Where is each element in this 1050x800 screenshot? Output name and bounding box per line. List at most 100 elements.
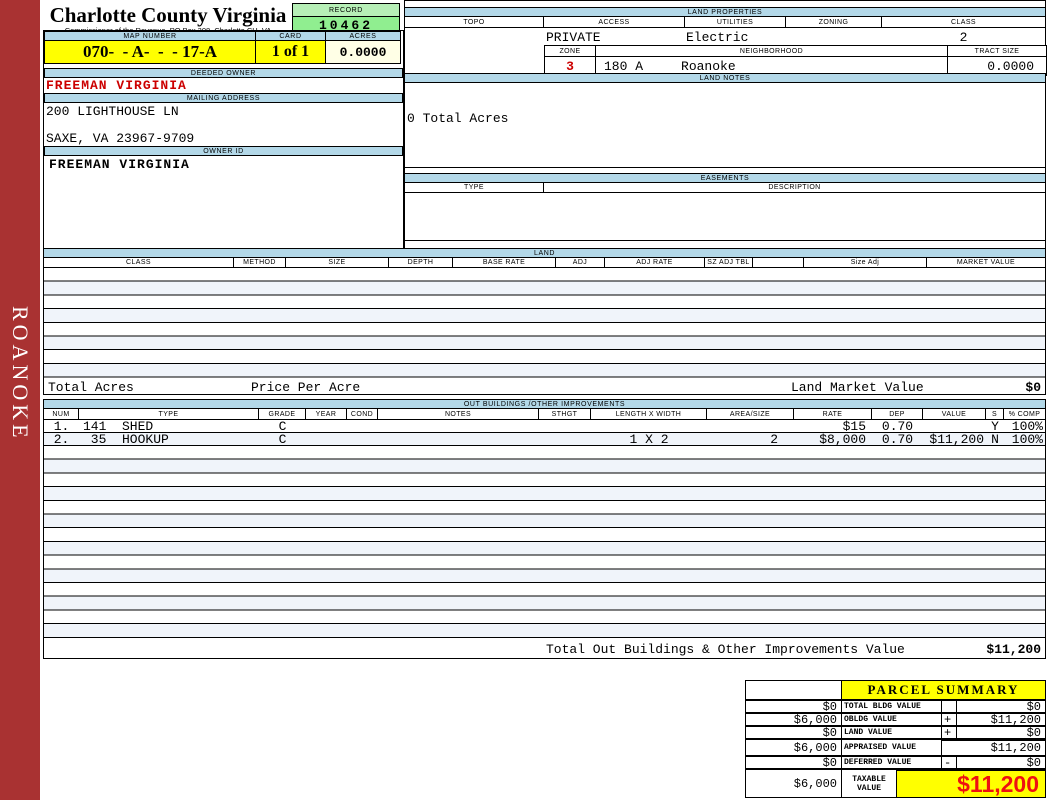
ob2-dep: 0.70	[872, 433, 923, 445]
land-header: CLASS METHOD SIZE DEPTH BASE RATE ADJ AD…	[43, 257, 1046, 268]
land-total-row: Total Acres Price Per Acre Land Market V…	[43, 378, 1046, 395]
out-buildings-empty-rows	[43, 446, 1046, 638]
ob-col-num: NUM	[44, 409, 79, 419]
ps-op-4: -	[941, 756, 957, 769]
parcel-summary-title: PARCEL SUMMARY	[841, 680, 1046, 700]
zone-label: ZONE	[545, 46, 596, 56]
land-col-market-value: MARKET VALUE	[927, 258, 1045, 267]
out-buildings-section: OUT BUILDINGS /OTHER IMPROVEMENTS NUM TY…	[43, 399, 1046, 660]
ob1-sthgt	[539, 420, 591, 432]
ob-col-length-width: LENGTH X WIDTH	[591, 409, 707, 419]
mailing-address-label: MAILING ADDRESS	[44, 93, 403, 103]
deeded-owner-value: FREEMAN VIRGINIA	[46, 78, 187, 93]
land-col-size-adj: Size Adj	[804, 258, 927, 267]
ps-label-5: TAXABLE VALUE	[841, 769, 897, 798]
land-notes-text: 0 Total Acres	[407, 111, 508, 126]
ob-col-notes: NOTES	[378, 409, 539, 419]
ps-left-1: $6,000	[745, 713, 842, 726]
class-value: 2	[882, 30, 1045, 45]
ob1-pct: 100%	[1004, 420, 1045, 432]
price-per-acre-label: Price Per Acre	[251, 380, 360, 395]
ps-right-0: $0	[956, 700, 1046, 713]
ob-col-rate: RATE	[794, 409, 872, 419]
owner-id-value: FREEMAN VIRGINIA	[49, 157, 190, 172]
land-col-sz-adj-tbl: SZ ADJ TBL	[705, 258, 753, 267]
ps-left-5: $6,000	[745, 769, 842, 798]
ob2-cond	[347, 433, 378, 445]
land-market-value: $0	[1025, 380, 1041, 395]
ob2-pct: 100%	[1004, 433, 1045, 445]
ob2-type: 35 HOOKUP	[79, 433, 259, 445]
access-value: PRIVATE	[546, 30, 601, 45]
ps-op-1: +	[941, 713, 957, 726]
district-label: ROANOKE	[7, 306, 33, 442]
owner-panel: MAP NUMBER CARD ACRES 070- - A- - - 17-A…	[43, 30, 404, 248]
ob1-dep: 0.70	[872, 420, 923, 432]
summary-row-total-bldg: $0 TOTAL BLDG VALUE $0	[745, 700, 1046, 713]
ps-right-2: $0	[956, 726, 1046, 739]
ps-left-3: $6,000	[745, 739, 842, 756]
out-buildings-total-row: Total Out Buildings & Other Improvements…	[43, 638, 1046, 659]
address-line-2: SAXE, VA 23967-9709	[46, 131, 194, 146]
ob2-num: 2.	[44, 433, 79, 445]
ps-left-0: $0	[745, 700, 842, 713]
land-empty-rows	[43, 268, 1046, 378]
ob-col-value: VALUE	[923, 409, 986, 419]
land-market-value-label: Land Market Value	[791, 380, 924, 395]
out-buildings-header: NUM TYPE GRADE YEAR COND NOTES STHGT LEN…	[43, 408, 1046, 420]
ob-col-dep: DEP	[872, 409, 923, 419]
ob2-lxw: 1 X 2	[591, 433, 707, 445]
neighborhood-name: Roanoke	[681, 59, 736, 74]
ob1-num: 1.	[44, 420, 79, 432]
ob2-notes	[378, 433, 539, 445]
ob1-value	[923, 420, 986, 432]
card-value: 1 of 1	[255, 40, 326, 64]
ob-col-grade: GRADE	[259, 409, 306, 419]
ob-col-pct-comp: % COMP	[1004, 409, 1045, 419]
col-class: CLASS	[882, 17, 1045, 27]
ob-col-area-size: AREA/SIZE	[707, 409, 794, 419]
ob-col-type: TYPE	[79, 409, 259, 419]
ps-left-2: $0	[745, 726, 842, 739]
map-number-value: 070- - A- - - 17-A	[44, 40, 256, 64]
ob-col-cond: COND	[347, 409, 378, 419]
ps-right-1: $11,200	[956, 713, 1046, 726]
land-properties-header: TOPO ACCESS UTILITIES ZONING CLASS	[404, 16, 1046, 28]
ob1-notes	[378, 420, 539, 432]
out-buildings-total-value: $11,200	[986, 642, 1041, 657]
land-col-size: SIZE	[286, 258, 389, 267]
summary-row-obldg: $6,000 OBLDG VALUE + $11,200	[745, 713, 1046, 726]
ob2-value: $11,200	[923, 433, 986, 445]
ps-label-1: OBLDG VALUE	[841, 713, 942, 726]
ps-op-0	[941, 700, 957, 713]
parcel-summary-blank-cell	[745, 680, 842, 700]
ob1-s: Y	[986, 420, 1004, 432]
ob2-s: N	[986, 433, 1004, 445]
col-access: ACCESS	[544, 17, 685, 27]
ob1-cond	[347, 420, 378, 432]
parcel-summary-header-row: PARCEL SUMMARY	[745, 680, 1046, 700]
acres-value: 0.0000	[325, 40, 401, 64]
land-section: LAND CLASS METHOD SIZE DEPTH BASE RATE A…	[43, 248, 1046, 395]
ob2-grade: C	[259, 433, 306, 445]
out-building-row-2: 2. 35 HOOKUP C 1 X 2 2 $8,000 0.70 $11,2…	[43, 433, 1046, 446]
ps-right-4: $0	[956, 756, 1046, 769]
ps-label-4: DEFERRED VALUE	[841, 756, 942, 769]
summary-row-land: $0 LAND VALUE + $0	[745, 726, 1046, 739]
taxable-value: $11,200	[896, 769, 1046, 798]
col-topo: TOPO	[405, 17, 544, 27]
ob-col-year: YEAR	[306, 409, 347, 419]
ob2-area: 2	[707, 433, 794, 445]
total-acres-label: Total Acres	[48, 380, 134, 395]
district-sidebar: ROANOKE	[0, 0, 40, 800]
land-col-depth: DEPTH	[389, 258, 453, 267]
ob1-area	[707, 420, 794, 432]
summary-row-taxable: $6,000 TAXABLE VALUE $11,200	[745, 769, 1046, 798]
owner-id-label: OWNER ID	[44, 146, 403, 156]
summary-row-appraised: $6,000 APPRAISED VALUE $11,200	[745, 739, 1046, 756]
ob1-lxw	[591, 420, 707, 432]
property-record-card: ROANOKE Charlotte County Virginia Commis…	[0, 0, 1050, 800]
ob1-grade: C	[259, 420, 306, 432]
ps-label-2: LAND VALUE	[841, 726, 942, 739]
ob1-rate: $15	[794, 420, 872, 432]
